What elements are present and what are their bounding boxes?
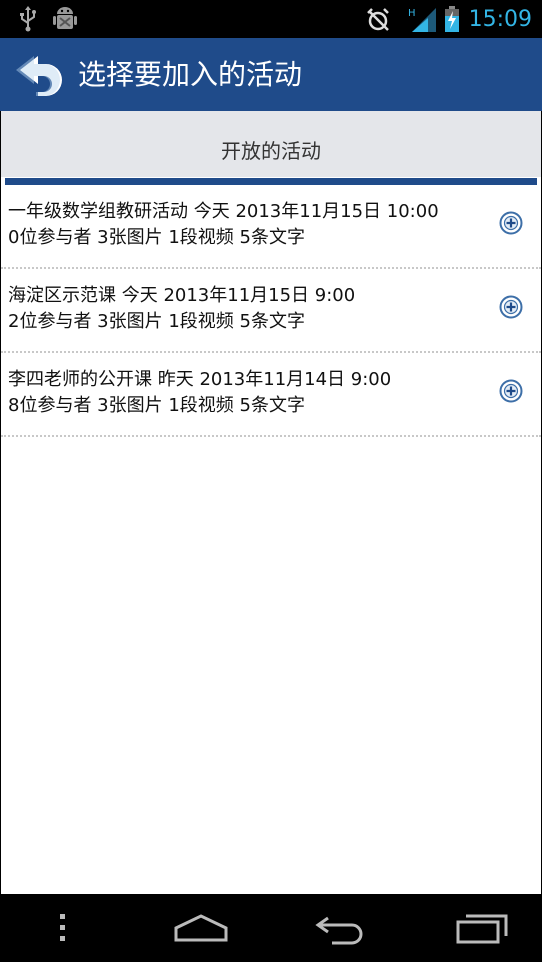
add-circle-icon[interactable] xyxy=(499,295,523,319)
activity-list: 一年级数学组教研活动 今天 2013年11月15日 10:00 0位参与者 3张… xyxy=(1,185,541,437)
navigation-bar xyxy=(0,894,542,962)
activity-item[interactable]: 海淀区示范课 今天 2013年11月15日 9:00 2位参与者 3张图片 1段… xyxy=(1,269,541,353)
section-divider xyxy=(5,178,537,185)
recent-apps-icon[interactable] xyxy=(454,910,510,946)
add-circle-icon[interactable] xyxy=(499,211,523,235)
battery-icon xyxy=(445,6,459,32)
back-arrow-icon[interactable] xyxy=(12,50,64,98)
status-time: 15:09 xyxy=(468,7,532,32)
activity-title: 李四老师的公开课 昨天 2013年11月14日 9:00 xyxy=(8,369,392,390)
status-bar: H 15:09 xyxy=(0,0,542,38)
activity-title: 一年级数学组教研活动 今天 2013年11月15日 10:00 xyxy=(8,201,439,222)
activity-stats: 2位参与者 3张图片 1段视频 5条文字 xyxy=(8,311,305,332)
home-icon[interactable] xyxy=(172,910,230,946)
activity-title: 海淀区示范课 今天 2013年11月15日 9:00 xyxy=(8,285,356,306)
screen: H 15:09 选择要加入的活动 开放的活动 一年级数学组教研活动 今天 201… xyxy=(0,0,542,962)
section-title: 开放的活动 xyxy=(221,139,321,163)
alarm-icon xyxy=(367,8,389,31)
activity-stats: 8位参与者 3张图片 1段视频 5条文字 xyxy=(8,395,305,416)
android-debug-icon xyxy=(53,7,77,29)
activity-item[interactable]: 一年级数学组教研活动 今天 2013年11月15日 10:00 0位参与者 3张… xyxy=(1,185,541,269)
app-bar: 选择要加入的活动 xyxy=(0,38,542,111)
activity-stats: 0位参与者 3张图片 1段视频 5条文字 xyxy=(8,227,305,248)
usb-icon xyxy=(20,6,36,32)
svg-text:H: H xyxy=(408,8,416,19)
section-header: 开放的活动 xyxy=(1,111,541,177)
menu-icon[interactable] xyxy=(52,910,72,946)
content-area: 开放的活动 一年级数学组教研活动 今天 2013年11月15日 10:00 0位… xyxy=(1,111,541,894)
page-title: 选择要加入的活动 xyxy=(78,58,303,91)
add-circle-icon[interactable] xyxy=(499,379,523,403)
activity-item[interactable]: 李四老师的公开课 昨天 2013年11月14日 9:00 8位参与者 3张图片 … xyxy=(1,353,541,437)
back-icon[interactable] xyxy=(314,910,370,946)
signal-icon: H xyxy=(408,8,436,32)
